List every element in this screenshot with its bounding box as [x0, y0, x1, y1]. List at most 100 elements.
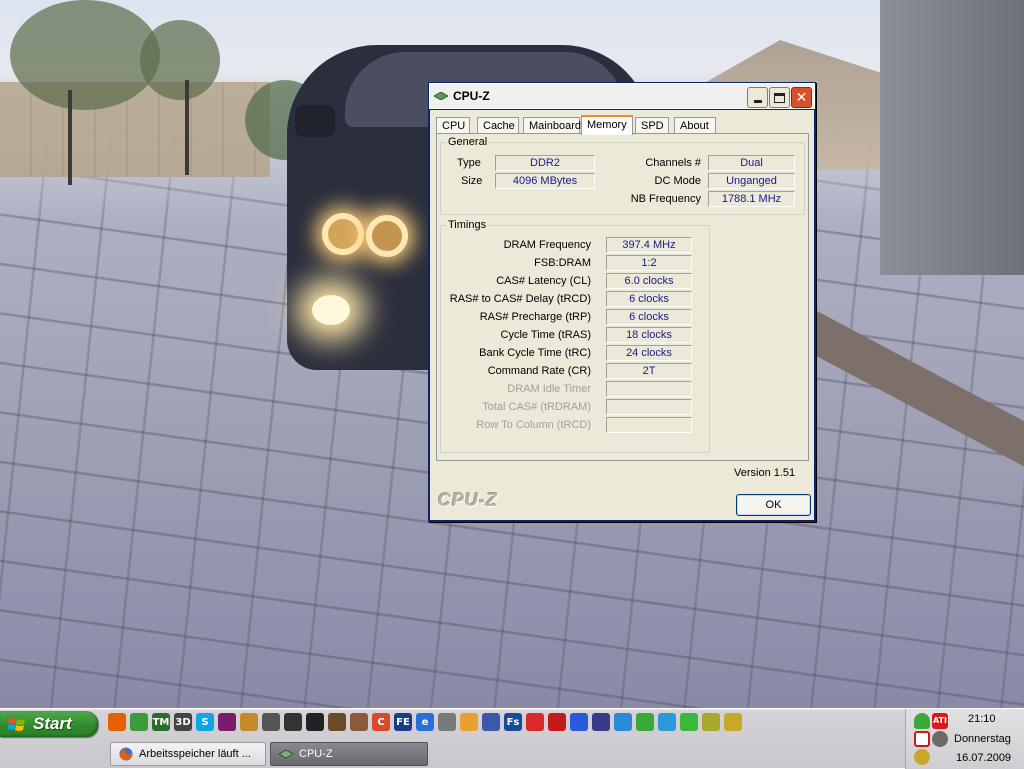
- camera-icon[interactable]: [658, 713, 676, 731]
- timing-value: 6 clocks: [606, 291, 692, 307]
- cpuz-logo: CPU-Z: [438, 490, 498, 510]
- tab-mainboard[interactable]: Mainboard: [523, 117, 581, 134]
- webcam-icon[interactable]: [592, 713, 610, 731]
- wallpaper-building: [880, 0, 1024, 275]
- molecule-icon[interactable]: [702, 713, 720, 731]
- wallpaper-headlight: [322, 213, 364, 255]
- wallpaper-foglight: [312, 295, 350, 325]
- messenger-icon[interactable]: [130, 713, 148, 731]
- maximize-button[interactable]: [769, 87, 790, 108]
- tab-about[interactable]: About: [674, 117, 716, 134]
- task-label: CPU-Z: [299, 748, 333, 760]
- wallpaper-tree-trunk: [68, 90, 72, 185]
- cpuz-icon: [278, 749, 294, 759]
- game-icon-2[interactable]: [350, 713, 368, 731]
- type-label: Type: [457, 157, 481, 169]
- window-body: CPU Cache Mainboard Memory SPD About Gen…: [430, 110, 814, 520]
- cs-icon-2[interactable]: [284, 713, 302, 731]
- acrobat-icon[interactable]: [548, 713, 566, 731]
- tab-cpu[interactable]: CPU: [436, 117, 470, 134]
- wallpaper-curb: [796, 310, 1024, 468]
- timing-value-empty: [606, 417, 692, 433]
- type-value: DDR2: [495, 155, 595, 171]
- timings-legend: Timings: [448, 219, 487, 231]
- game-icon[interactable]: [328, 713, 346, 731]
- start-button[interactable]: Start: [0, 711, 98, 737]
- clover-icon[interactable]: [636, 713, 654, 731]
- ie-icon[interactable]: e: [416, 713, 434, 731]
- utorrent-icon[interactable]: [680, 713, 698, 731]
- timing-label: FSB:DRAM: [534, 257, 591, 269]
- steam-icon[interactable]: [306, 713, 324, 731]
- timing-value: 6 clocks: [606, 309, 692, 325]
- firefox-icon: [119, 747, 133, 761]
- cpuz-icon: [434, 92, 448, 100]
- fs-icon[interactable]: Fs: [504, 713, 522, 731]
- timing-label: CAS# Latency (CL): [496, 275, 591, 287]
- skype-icon[interactable]: S: [196, 713, 214, 731]
- wallpaper-tree: [10, 0, 160, 110]
- puzzle-icon[interactable]: [724, 713, 742, 731]
- timing-value: 24 clocks: [606, 345, 692, 361]
- wallpaper-car-mirror: [295, 105, 335, 137]
- minimize-icon: [753, 100, 762, 103]
- windows-logo-icon: [8, 718, 25, 731]
- timing-value: 2T: [606, 363, 692, 379]
- timing-value: 397.4 MHz: [606, 237, 692, 253]
- timing-label-disabled: Row To Column (tRCD): [476, 419, 591, 431]
- memory-panel: General Type DDR2 Size 4096 MBytes Chann…: [436, 133, 809, 461]
- user-icon[interactable]: [914, 713, 930, 729]
- network-tray-icon[interactable]: [914, 749, 930, 765]
- tm-icon[interactable]: TM: [152, 713, 170, 731]
- nero-icon[interactable]: [526, 713, 544, 731]
- minimize-button[interactable]: [747, 87, 768, 108]
- taskbar-button-firefox[interactable]: Arbeitsspeicher läuft ...: [110, 742, 266, 766]
- start-label: Start: [33, 714, 72, 733]
- maximize-icon: [774, 92, 785, 103]
- ccleaner-icon[interactable]: C: [372, 713, 390, 731]
- timing-value: 18 clocks: [606, 327, 692, 343]
- title-bar[interactable]: CPU-Z ✕: [429, 83, 815, 109]
- timing-value: 1:2: [606, 255, 692, 271]
- channels-label: Channels #: [645, 157, 701, 169]
- alert-icon[interactable]: [932, 731, 948, 747]
- media-player-icon[interactable]: [614, 713, 632, 731]
- dcmode-value: Unganged: [708, 173, 795, 189]
- timing-label-disabled: Total CAS# (tRDRAM): [482, 401, 591, 413]
- fifa-icon[interactable]: FE: [394, 713, 412, 731]
- mail-icon[interactable]: [460, 713, 478, 731]
- wallpaper-headlight: [366, 215, 408, 257]
- 3dmark-icon[interactable]: 3D: [174, 713, 192, 731]
- shield-icon[interactable]: [570, 713, 588, 731]
- nbfreq-value: 1788.1 MHz: [708, 191, 795, 207]
- cs-source-icon[interactable]: [262, 713, 280, 731]
- version-label: Version 1.51: [734, 467, 796, 479]
- ok-button[interactable]: OK: [736, 494, 811, 516]
- window-title: CPU-Z: [453, 89, 490, 103]
- wallpaper-tree: [140, 20, 220, 100]
- size-value: 4096 MBytes: [495, 173, 595, 189]
- timing-label: RAS# Precharge (tRP): [479, 311, 591, 323]
- network-icon[interactable]: [482, 713, 500, 731]
- wallpaper-tree-trunk: [185, 80, 189, 175]
- clock-date: 16.07.2009: [956, 752, 1012, 764]
- firewall-icon[interactable]: [438, 713, 456, 731]
- clock-day: Donnerstag: [954, 733, 1011, 745]
- nbfreq-label: NB Frequency: [630, 193, 701, 205]
- task-label: Arbeitsspeicher läuft ...: [139, 748, 251, 760]
- close-icon: ✕: [795, 89, 808, 106]
- antivirus-icon[interactable]: [914, 731, 930, 747]
- clock-time[interactable]: 21:10: [968, 713, 996, 725]
- taskbar-button-cpuz[interactable]: CPU-Z: [270, 742, 428, 766]
- size-label: Size: [461, 175, 483, 187]
- dcmode-label: DC Mode: [654, 175, 701, 187]
- tab-cache[interactable]: Cache: [477, 117, 519, 134]
- timing-label: Bank Cycle Time (tRC): [479, 347, 591, 359]
- cs-icon[interactable]: [240, 713, 258, 731]
- winrar-icon[interactable]: [218, 713, 236, 731]
- firefox-icon[interactable]: [108, 713, 126, 731]
- tab-spd[interactable]: SPD: [635, 117, 669, 134]
- ati-icon[interactable]: ATI: [932, 713, 948, 729]
- close-button[interactable]: ✕: [791, 87, 812, 108]
- tab-memory[interactable]: Memory: [581, 115, 633, 135]
